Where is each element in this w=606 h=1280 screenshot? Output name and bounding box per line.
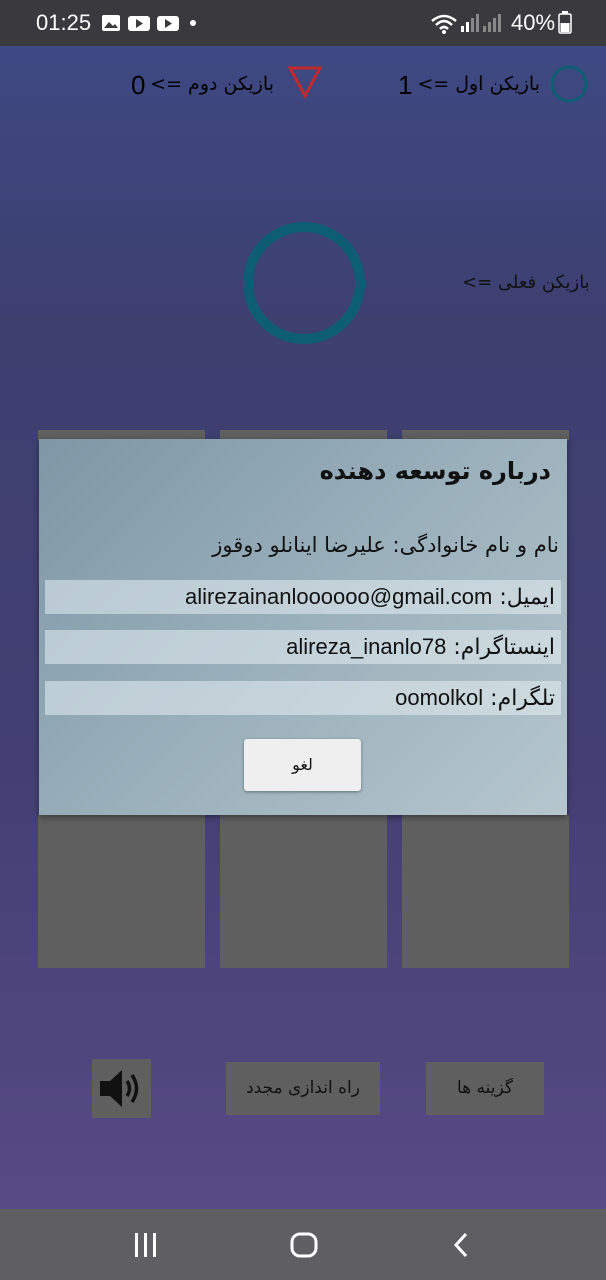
email-value: alirezainanloooooo@gmail.com [185,584,493,609]
board-cell[interactable] [402,815,569,968]
youtube-icon [128,16,150,31]
instagram-row: اینستاگرام: alireza_inanlo78 [45,630,561,664]
board-cell[interactable] [220,815,387,968]
home-icon[interactable] [289,1231,319,1259]
clock: 01:25 [36,10,92,35]
sound-toggle-button[interactable] [92,1059,151,1118]
gallery-icon [102,15,120,31]
battery-icon [558,11,572,34]
recent-apps-icon[interactable] [132,1231,160,1259]
wifi-icon [431,14,457,34]
battery-percent: 40% [511,10,556,35]
about-developer-dialog: درباره توسعه دهنده نام و نام خانوادگی: ع… [39,439,567,815]
back-icon[interactable] [449,1231,473,1259]
telegram-label: تلگرام: [490,686,555,711]
options-button[interactable]: گزینه ها [426,1062,544,1115]
player-one-score-value: 1 [398,70,413,100]
dot-icon [190,20,196,26]
dialog-title: درباره توسعه دهنده [319,457,551,485]
instagram-value: alireza_inanlo78 [286,634,447,659]
current-player-label: بازیکن فعلی => [462,272,590,293]
restart-button[interactable]: راه اندازی مجدد [226,1062,380,1115]
youtube-icon [157,16,179,31]
developer-name: نام و نام خانوادگی: علیرضا اینانلو دوقوز [212,533,559,557]
speaker-icon [100,1070,139,1107]
triangle-icon [287,66,323,99]
instagram-label: اینستاگرام: [453,635,555,660]
signal-icon [483,14,501,32]
email-row: ایمیل: alirezainanloooooo@gmail.com [45,580,561,614]
telegram-value: oomolkol [395,685,484,710]
board-cell[interactable] [38,815,205,968]
player-two-label: بازیکن دوم => [150,73,274,95]
email-label: ایمیل: [499,585,555,610]
status-bar: 01:25 40% [0,0,606,46]
circle-icon [550,65,588,103]
player-two-score-value: 0 [131,70,146,100]
signal-icon [461,14,479,32]
current-player-circle-icon [243,222,365,344]
player-one-label: بازیکن اول => [417,73,540,95]
cancel-button[interactable]: لغو [244,739,361,791]
telegram-row: تلگرام: oomolkol [45,681,561,715]
navigation-bar [0,1209,606,1280]
